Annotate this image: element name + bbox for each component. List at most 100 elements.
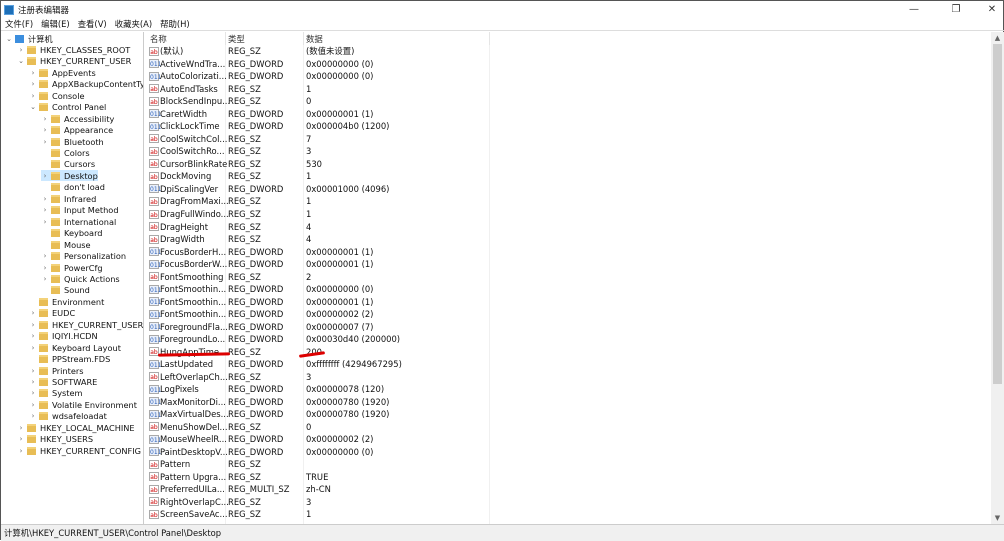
chevron-right-icon[interactable]: › <box>29 344 37 352</box>
tree-item[interactable]: Keyboard <box>41 228 103 239</box>
chevron-right-icon[interactable]: › <box>17 46 25 54</box>
table-row[interactable]: abHungAppTime...REG_SZ200 <box>145 345 991 358</box>
table-row[interactable]: 011 MaxMonitorDi... REG_DWORD 0x00000780 (1… <box>145 396 991 409</box>
chevron-right-icon[interactable]: › <box>29 332 37 340</box>
table-row[interactable]: ab CursorBlinkRate REG_SZ 530 <box>145 158 991 171</box>
tree-item[interactable]: › Bluetooth <box>41 136 104 147</box>
tree-item[interactable]: › HKEY_USERS <box>17 434 93 445</box>
column-header-name[interactable]: 名称 <box>150 33 167 45</box>
table-row[interactable]: ab CoolSwitchCol... REG_SZ 7 <box>145 133 991 146</box>
table-row[interactable]: 011 FocusBorderH... REG_DWORD 0x00000001 (1… <box>145 245 991 258</box>
chevron-right-icon[interactable]: › <box>41 195 49 203</box>
values-list[interactable]: 名称 类型 数据 ab (默认) REG_SZ (数值未设置) 011 ActiveWnd… <box>145 32 991 524</box>
chevron-right-icon[interactable]: › <box>41 218 49 226</box>
table-row[interactable]: ab FontSmoothing REG_SZ 2 <box>145 270 991 283</box>
table-row[interactable]: ab ScreenSaveAc... REG_SZ 1 <box>145 508 991 521</box>
tree-item[interactable]: › Keyboard Layout <box>29 342 121 353</box>
chevron-right-icon[interactable]: › <box>41 264 49 272</box>
table-row[interactable]: 011 DpiScalingVer REG_DWORD 0x00001000 (409… <box>145 183 991 196</box>
chevron-right-icon[interactable]: › <box>17 435 25 443</box>
table-row[interactable]: ab RightOverlapC... REG_SZ 3 <box>145 496 991 509</box>
table-row[interactable]: 011 FontSmoothin... REG_DWORD 0x00000001 (1… <box>145 295 991 308</box>
chevron-down-icon[interactable]: ⌄ <box>5 35 13 43</box>
menu-favorites[interactable]: 收藏夹(A) <box>111 18 156 30</box>
column-header-data[interactable]: 数据 <box>306 33 323 45</box>
chevron-right-icon[interactable]: › <box>29 309 37 317</box>
tree-item[interactable]: › Volatile Environment <box>29 399 137 410</box>
tree-item[interactable]: PPStream.FDS <box>29 354 110 365</box>
table-row[interactable]: 011 FontSmoothin... REG_DWORD 0x00000000 (0… <box>145 283 991 296</box>
menu-help[interactable]: 帮助(H) <box>156 18 194 30</box>
chevron-right-icon[interactable]: › <box>29 401 37 409</box>
table-row[interactable]: ab DragFullWindo... REG_SZ 1 <box>145 208 991 221</box>
chevron-right-icon[interactable]: › <box>29 378 37 386</box>
menu-edit[interactable]: 编辑(E) <box>37 18 74 30</box>
tree-item[interactable]: › wdsafeloadat <box>29 411 107 422</box>
table-row[interactable]: 011 FocusBorderW... REG_DWORD 0x00000001 (1… <box>145 258 991 271</box>
tree-item[interactable]: › AppXBackupContentTy <box>29 79 143 90</box>
table-row[interactable]: ab DragWidth REG_SZ 4 <box>145 233 991 246</box>
table-row[interactable]: ab DockMoving REG_SZ 1 <box>145 170 991 183</box>
tree-item[interactable]: › Appearance <box>41 125 114 136</box>
maximize-button[interactable]: ❐ <box>941 1 971 18</box>
tree-item[interactable]: don't load <box>41 182 105 193</box>
tree-item[interactable]: › Personalization <box>41 251 126 262</box>
table-row[interactable]: 011 MouseWheelR... REG_DWORD 0x00000002 (2) <box>145 433 991 446</box>
chevron-right-icon[interactable]: › <box>29 80 37 88</box>
registry-tree[interactable]: ⌄ 计算机 › HKEY_CLASSES_ROOT ⌄ HKEY_CURRENT_USER… <box>1 32 144 524</box>
table-row[interactable]: 011 FontSmoothin... REG_DWORD 0x00000002 (2… <box>145 308 991 321</box>
tree-item[interactable]: › IQIYI.HCDN <box>29 331 98 342</box>
tree-item[interactable]: › Quick Actions <box>41 273 120 284</box>
vertical-scrollbar[interactable]: ▲ ▼ <box>991 32 1004 524</box>
menu-file[interactable]: 文件(F) <box>1 18 37 30</box>
scroll-up-icon[interactable]: ▲ <box>991 34 1004 42</box>
chevron-right-icon[interactable]: › <box>41 126 49 134</box>
chevron-right-icon[interactable]: › <box>29 412 37 420</box>
chevron-right-icon[interactable]: › <box>41 206 49 214</box>
table-row[interactable]: 011 MaxVirtualDes... REG_DWORD 0x00000780 (… <box>145 408 991 421</box>
tree-item[interactable]: › HKEY_CURRENT_USER <box>29 319 143 330</box>
close-button[interactable]: ✕ <box>977 1 1004 18</box>
table-row[interactable]: 011 PaintDesktopV... REG_DWORD 0x00000000 (… <box>145 446 991 459</box>
chevron-right-icon[interactable]: › <box>41 138 49 146</box>
table-row[interactable]: ab AutoEndTasks REG_SZ 1 <box>145 83 991 96</box>
tree-item[interactable]: ⌄ 计算机 <box>5 33 53 44</box>
minimize-button[interactable]: — <box>899 1 929 18</box>
chevron-right-icon[interactable]: › <box>41 172 49 180</box>
chevron-down-icon[interactable]: ⌄ <box>17 57 25 65</box>
tree-item[interactable]: Sound <box>41 285 90 296</box>
table-row[interactable]: ab LeftOverlapCh... REG_SZ 3 <box>145 371 991 384</box>
table-row[interactable]: 011 AutoColorizati... REG_DWORD 0x00000000 … <box>145 70 991 83</box>
scroll-down-icon[interactable]: ▼ <box>991 514 1004 522</box>
tree-item[interactable]: Environment <box>29 296 104 307</box>
tree-item[interactable]: › PowerCfg <box>41 262 103 273</box>
table-row[interactable]: ab MenuShowDel... REG_SZ 0 <box>145 421 991 434</box>
chevron-right-icon[interactable]: › <box>41 252 49 260</box>
tree-item[interactable]: › Accessibility <box>41 113 115 124</box>
tree-item[interactable]: › Input Method <box>41 205 119 216</box>
table-row[interactable]: ab (默认) REG_SZ (数值未设置) <box>145 45 991 58</box>
tree-item[interactable]: Colors <box>41 148 90 159</box>
table-row[interactable]: ab DragHeight REG_SZ 4 <box>145 220 991 233</box>
chevron-right-icon[interactable]: › <box>29 367 37 375</box>
table-row[interactable]: ab Pattern Upgra... REG_SZ TRUE <box>145 471 991 484</box>
table-row[interactable]: ab CoolSwitchRo... REG_SZ 3 <box>145 145 991 158</box>
table-row[interactable]: 011 CaretWidth REG_DWORD 0x00000001 (1) <box>145 108 991 121</box>
chevron-right-icon[interactable]: › <box>29 321 37 329</box>
tree-item[interactable]: › System <box>29 388 83 399</box>
chevron-right-icon[interactable]: › <box>29 69 37 77</box>
tree-item[interactable]: › Infrared <box>41 193 97 204</box>
chevron-right-icon[interactable]: › <box>41 115 49 123</box>
tree-item[interactable]: ⌄ Control Panel <box>29 102 106 113</box>
chevron-right-icon[interactable]: › <box>29 389 37 397</box>
column-header-type[interactable]: 类型 <box>228 33 245 45</box>
table-row[interactable]: 011 LastUpdated REG_DWORD 0xffffffff (42949… <box>145 358 991 371</box>
chevron-down-icon[interactable]: ⌄ <box>29 103 37 111</box>
tree-item[interactable]: Mouse <box>41 239 91 250</box>
table-row[interactable]: ab Pattern REG_SZ <box>145 458 991 471</box>
scrollbar-thumb[interactable] <box>993 44 1002 384</box>
tree-item[interactable]: › Printers <box>29 365 84 376</box>
tree-item[interactable]: › International <box>41 216 117 227</box>
table-row[interactable]: ab DragFromMaxi... REG_SZ 1 <box>145 195 991 208</box>
table-row[interactable]: 011 ForegroundLo... REG_DWORD 0x00030d40 (2… <box>145 333 991 346</box>
